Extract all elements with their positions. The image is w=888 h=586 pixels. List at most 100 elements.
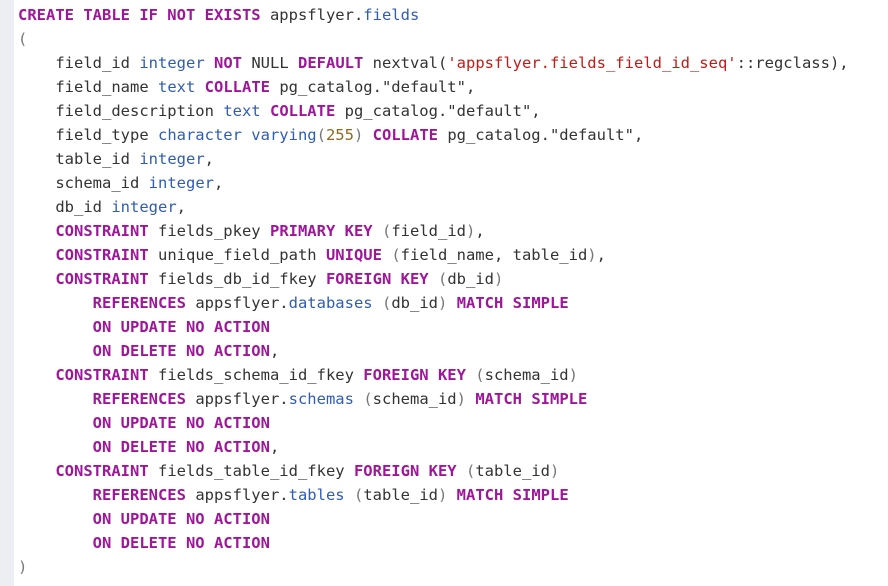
code-line: table_id integer, [18, 147, 880, 171]
code-line: field_id integer NOT NULL DEFAULT nextva… [18, 51, 880, 75]
sql-text: , [176, 198, 186, 216]
sql-text: pg_catalog."default", [269, 78, 476, 96]
sql-punctuation: ) [353, 126, 364, 144]
code-line: ) [18, 555, 880, 579]
sql-text: schema_id [372, 390, 457, 408]
sql-type: tables [288, 486, 345, 504]
sql-type: fields [363, 6, 420, 24]
sql-keyword: ON DELETE NO ACTION [92, 534, 270, 552]
sql-punctuation: ) [438, 294, 448, 312]
sql-text: unique_field_path [148, 246, 326, 264]
sql-type: schemas [288, 390, 354, 408]
sql-keyword: FOREIGN KEY [325, 270, 429, 288]
sql-punctuation: ) [568, 366, 578, 384]
sql-keyword: COLLATE [204, 78, 270, 96]
sql-type: integer [139, 54, 205, 72]
sql-text: appsflyer. [185, 294, 289, 312]
code-line: CONSTRAINT fields_pkey PRIMARY KEY (fiel… [18, 219, 880, 243]
sql-punctuation: ) [493, 270, 504, 288]
sql-keyword: ON UPDATE NO ACTION [92, 318, 270, 336]
sql-keyword: CONSTRAINT [55, 246, 149, 264]
sql-punctuation: ( [18, 30, 28, 48]
sql-text: , [213, 174, 224, 192]
code-line: CONSTRAINT fields_schema_id_fkey FOREIGN… [18, 363, 880, 387]
code-line: ON UPDATE NO ACTION [18, 315, 880, 339]
sql-keyword: DEFAULT [298, 54, 364, 72]
code-line: ON DELETE NO ACTION, [18, 435, 880, 459]
sql-keyword: ON DELETE NO ACTION [92, 342, 270, 360]
sql-punctuation: ) [456, 390, 466, 408]
sql-text: field_description [18, 102, 224, 120]
sql-keyword: MATCH SIMPLE [456, 294, 569, 312]
sql-text: , [269, 342, 280, 360]
sql-text: db_id [391, 294, 438, 312]
sql-text: fields_pkey [148, 222, 270, 240]
code-line: CONSTRAINT unique_field_path UNIQUE (fie… [18, 243, 880, 267]
code-line: field_name text COLLATE pg_catalog."defa… [18, 75, 880, 99]
sql-text: NULL [242, 54, 298, 72]
sql-keyword: CREATE TABLE IF NOT EXISTS [18, 6, 261, 24]
sql-text: nextval( [363, 54, 448, 72]
code-line: REFERENCES appsflyer.schemas (schema_id)… [18, 387, 880, 411]
code-line: ON DELETE NO ACTION [18, 531, 880, 555]
sql-type: integer [148, 174, 214, 192]
sql-text: table_id [18, 150, 140, 168]
sql-string: 'appsflyer.fields_field_id_seq' [447, 54, 737, 72]
code-line: schema_id integer, [18, 171, 880, 195]
sql-punctuation: ) [465, 222, 476, 240]
sql-keyword: MATCH SIMPLE [475, 390, 588, 408]
sql-keyword: FOREIGN KEY [363, 366, 466, 384]
sql-keyword: FOREIGN KEY [353, 462, 457, 480]
sql-punctuation: ) [18, 558, 28, 576]
sql-keyword: NOT [214, 54, 242, 72]
sql-keyword: COLLATE [372, 126, 438, 144]
sql-code-editor[interactable]: CREATE TABLE IF NOT EXISTS appsflyer.fie… [18, 3, 880, 579]
sql-punctuation: ( [316, 126, 326, 144]
sql-keyword: CONSTRAINT [55, 462, 149, 480]
sql-text: fields_table_id_fkey [148, 462, 354, 480]
sql-text: ::regclass), [736, 54, 849, 72]
sql-punctuation: ( [391, 246, 401, 264]
code-line: CREATE TABLE IF NOT EXISTS appsflyer.fie… [18, 3, 880, 27]
sql-keyword: CONSTRAINT [55, 222, 149, 240]
sql-punctuation: ( [465, 462, 476, 480]
sql-keyword: CONSTRAINT [55, 270, 149, 288]
code-line: ON UPDATE NO ACTION [18, 411, 880, 435]
sql-punctuation: ( [437, 270, 448, 288]
sql-type: databases [288, 294, 373, 312]
sql-text: table_id [475, 462, 550, 480]
sql-text: appsflyer. [260, 6, 364, 24]
editor-gutter [0, 0, 14, 586]
sql-punctuation: ( [381, 294, 392, 312]
sql-type: integer [111, 198, 177, 216]
code-line: ON UPDATE NO ACTION [18, 507, 880, 531]
sql-text: fields_schema_id_fkey [148, 366, 364, 384]
sql-text: schema_id [484, 366, 569, 384]
sql-punctuation: ) [587, 246, 597, 264]
sql-text: , [596, 246, 606, 264]
sql-type: character varying [157, 126, 317, 144]
code-line: CONSTRAINT fields_db_id_fkey FOREIGN KEY… [18, 267, 880, 291]
